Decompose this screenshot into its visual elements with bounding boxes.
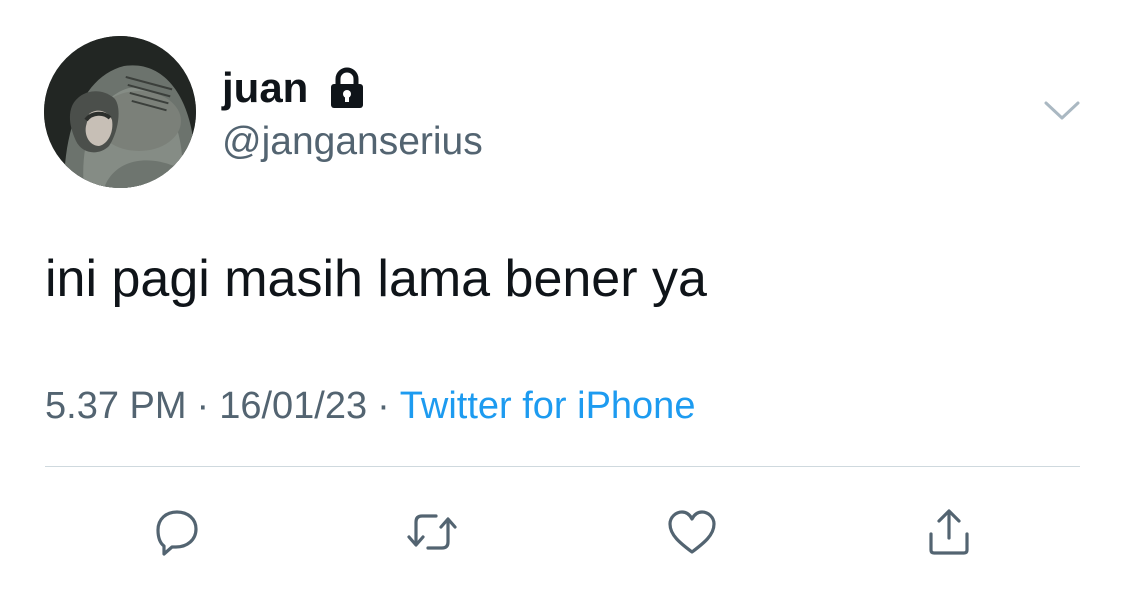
share-button[interactable] [917,500,981,564]
more-options-button[interactable] [1036,90,1088,134]
lock-icon [331,67,363,108]
tweet-date[interactable]: 16/01/23 [219,385,367,427]
tweet-meta: 5.37 PM · 16/01/23 · Twitter for iPhone [45,382,695,430]
avatar[interactable] [44,36,196,188]
reply-icon [156,510,198,556]
user-handle[interactable]: @janganserius [222,118,483,166]
divider [45,466,1080,467]
chevron-down-icon [1044,101,1080,120]
retweet-button[interactable] [400,500,464,564]
like-button[interactable] [660,500,724,564]
heart-icon [668,510,716,554]
retweet-icon [407,514,457,550]
reply-button[interactable] [144,500,208,564]
meta-separator: · [196,385,210,427]
share-icon [929,509,969,555]
tweet-text: ini pagi masih lama bener ya [45,250,707,308]
display-name[interactable]: juan [222,62,308,114]
meta-separator: · [377,385,390,427]
tweet-time[interactable]: 5.37 PM [45,385,187,427]
avatar-image [44,36,196,188]
tweet-source-link[interactable]: Twitter for iPhone [400,385,696,427]
